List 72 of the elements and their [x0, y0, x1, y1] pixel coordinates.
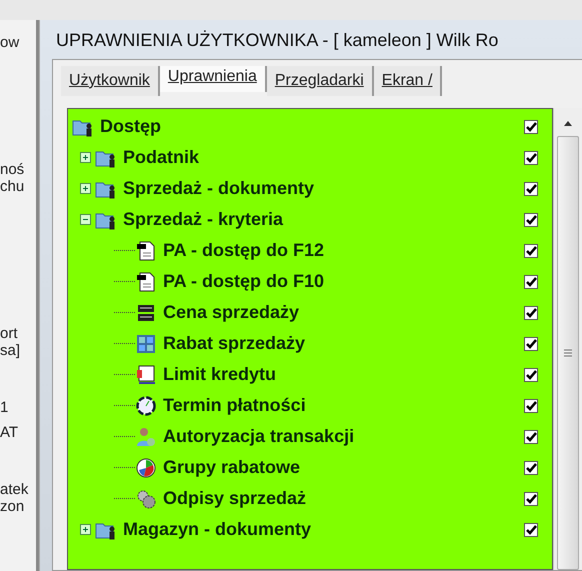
- checkbox[interactable]: [524, 150, 538, 164]
- check-icon: [526, 152, 536, 162]
- document-icon: [135, 270, 157, 292]
- document-icon: [135, 240, 157, 262]
- window-title: UPRAWNIENIA UŻYTKOWNIKA - [ kameleon ] Wilk Ro: [55, 29, 500, 52]
- checkbox[interactable]: [524, 430, 538, 444]
- check-icon: [526, 524, 536, 534]
- tab[interactable]: Uprawnienia: [160, 66, 267, 92]
- tree-item-label[interactable]: Dostęp: [100, 116, 524, 137]
- tree-item-label[interactable]: Autoryzacja transakcji: [163, 426, 524, 447]
- tree-item-label[interactable]: Sprzedaż - dokumenty: [123, 178, 524, 199]
- caret-up-icon: [564, 120, 572, 126]
- clock-icon: [135, 394, 157, 416]
- chart-board-icon: [135, 364, 157, 386]
- tab[interactable]: Użytkownik: [61, 66, 160, 96]
- checkbox[interactable]: [524, 212, 538, 226]
- check-icon: [526, 214, 536, 224]
- checkbox[interactable]: [524, 368, 538, 382]
- check-icon: [526, 338, 536, 348]
- partial-text: AT: [0, 424, 20, 441]
- partial-text: 1: [0, 399, 10, 416]
- expander-icon[interactable]: [80, 152, 91, 163]
- expander-icon[interactable]: [80, 214, 91, 225]
- partial-text: ow: [0, 34, 20, 51]
- scroll-thumb[interactable]: [557, 136, 579, 570]
- person-icon: [135, 426, 157, 448]
- tree-item-label[interactable]: Cena sprzedaży: [163, 302, 524, 323]
- check-icon: [526, 122, 536, 132]
- tree-item-label[interactable]: Sprzedaż - kryteria: [123, 209, 524, 230]
- checkbox[interactable]: [524, 244, 538, 258]
- checkbox[interactable]: [524, 522, 538, 536]
- check-icon: [526, 462, 536, 472]
- check-icon: [526, 276, 536, 286]
- check-icon: [526, 400, 536, 410]
- checkbox[interactable]: [524, 336, 538, 350]
- calculator-icon: [135, 332, 157, 354]
- scrollbar[interactable]: [553, 108, 582, 570]
- pie-chart-icon: [135, 456, 157, 478]
- checkbox[interactable]: [524, 460, 538, 474]
- expander-icon[interactable]: [80, 524, 91, 535]
- check-icon: [526, 308, 536, 318]
- partial-text: zon: [0, 498, 26, 515]
- tree-item-label[interactable]: Odpisy sprzedaż: [163, 488, 524, 509]
- partial-text: noś: [0, 161, 26, 178]
- tree-item-label[interactable]: Podatnik: [123, 147, 524, 168]
- tab[interactable]: Przegladarki: [266, 66, 374, 96]
- checkbox[interactable]: [524, 120, 538, 134]
- partial-text: atek: [0, 481, 30, 498]
- tab[interactable]: Ekran /: [374, 66, 442, 96]
- tree-item-label[interactable]: Termin płatności: [163, 395, 524, 416]
- check-icon: [526, 432, 536, 442]
- partial-text: sa]: [0, 342, 22, 359]
- tree-item-label[interactable]: Rabat sprzedaży: [163, 333, 524, 354]
- tree-item-label[interactable]: PA - dostęp do F12: [163, 240, 524, 261]
- gears-icon: [135, 488, 157, 510]
- tree-item-label[interactable]: Magazyn - dokumenty: [123, 519, 524, 540]
- checkbox[interactable]: [524, 182, 538, 196]
- check-icon: [526, 184, 536, 194]
- expander-icon[interactable]: [80, 183, 91, 194]
- tree-item-label[interactable]: Limit kredytu: [163, 364, 524, 385]
- tree-item-label[interactable]: Grupy rabatowe: [163, 457, 524, 478]
- checkbox[interactable]: [524, 398, 538, 412]
- partial-text: ort: [0, 325, 19, 342]
- check-icon: [526, 246, 536, 256]
- checkbox[interactable]: [524, 492, 538, 506]
- tree-item-label[interactable]: PA - dostęp do F10: [163, 271, 524, 292]
- check-icon: [526, 494, 536, 504]
- partial-text: chu: [0, 178, 26, 195]
- grip-icon: [564, 349, 572, 357]
- checkbox[interactable]: [524, 274, 538, 288]
- check-icon: [526, 370, 536, 380]
- checkbox[interactable]: [524, 306, 538, 320]
